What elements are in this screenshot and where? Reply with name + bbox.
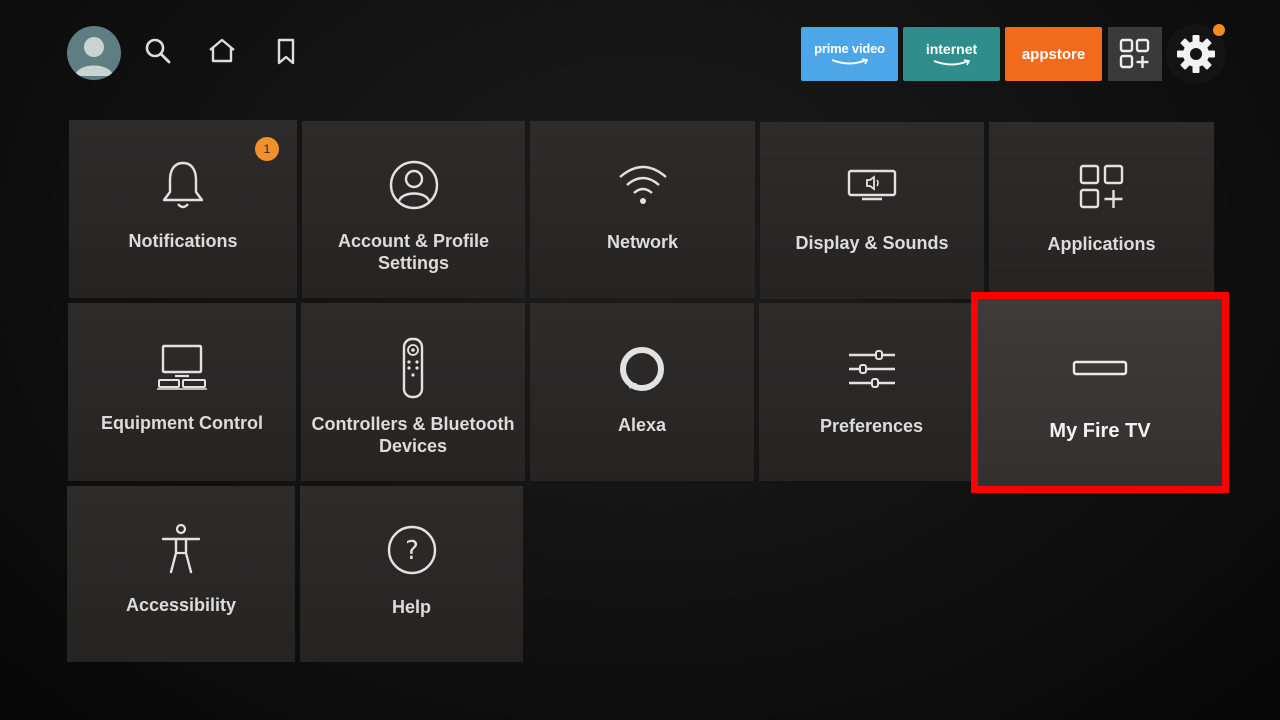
appstore-app[interactable]: appstore: [1005, 27, 1102, 81]
tile-label: Display & Sounds: [795, 233, 949, 253]
bell-icon: [69, 158, 297, 212]
wifi-icon: [530, 163, 755, 207]
tile-my-fire-tv[interactable]: My Fire TV: [977, 298, 1223, 487]
prime-video-label: prime video: [814, 41, 885, 56]
alexa-icon: [530, 345, 754, 395]
svg-text:?: ?: [405, 536, 419, 566]
sliders-icon: [759, 349, 984, 389]
gear-icon: [1177, 35, 1215, 73]
notification-dot: [1213, 24, 1225, 36]
profile-avatar[interactable]: [67, 26, 121, 80]
notification-badge: 1: [255, 137, 279, 161]
home-icon[interactable]: [207, 36, 237, 66]
appstore-label: appstore: [1021, 45, 1086, 63]
accessibility-icon: [67, 523, 295, 575]
fire-tv-device-icon: [977, 358, 1223, 378]
fire-tv-settings-screen: prime video internet appstore 1 Notifica…: [0, 0, 1280, 720]
tile-label: Equipment Control: [101, 413, 263, 433]
app-grid-button[interactable]: [1108, 27, 1162, 81]
remote-icon: [301, 337, 525, 399]
bookmark-icon[interactable]: [271, 36, 301, 66]
smile-arrow-icon: [831, 58, 868, 65]
tile-notifications[interactable]: 1 Notifications: [69, 120, 297, 298]
tile-label: Preferences: [819, 416, 924, 436]
help-icon: ?: [300, 524, 523, 576]
tile-accessibility[interactable]: Accessibility: [67, 486, 295, 662]
display-icon: [760, 168, 984, 202]
tile-label: Accessibility: [125, 595, 237, 615]
tile-label: Notifications: [128, 231, 238, 251]
tile-preferences[interactable]: Preferences: [759, 303, 984, 481]
tile-label: Alexa: [617, 415, 667, 435]
tile-controllers-bluetooth[interactable]: Controllers & Bluetooth Devices: [301, 303, 525, 481]
tile-label: Applications: [1047, 234, 1156, 254]
tile-display-sounds[interactable]: Display & Sounds: [760, 122, 984, 299]
tile-label: Network: [606, 232, 678, 252]
smile-arrow-icon: [933, 58, 970, 65]
tile-applications[interactable]: Applications: [989, 122, 1214, 300]
tile-equipment-control[interactable]: Equipment Control: [68, 303, 296, 481]
account-icon: [302, 159, 525, 211]
applications-icon: [989, 162, 1214, 212]
tile-label: My Fire TV: [1049, 420, 1151, 442]
tile-network[interactable]: Network: [530, 121, 755, 298]
app-grid-icon: [1119, 38, 1150, 69]
equipment-icon: [68, 343, 296, 391]
tile-account-profile-settings[interactable]: Account & Profile Settings: [302, 121, 525, 298]
internet-label: internet: [925, 40, 978, 57]
internet-app[interactable]: internet: [903, 27, 1000, 81]
tile-label: Help: [391, 597, 431, 617]
tile-label: Controllers & Bluetooth Devices: [311, 414, 515, 456]
search-icon[interactable]: [143, 36, 173, 66]
tile-help[interactable]: ? Help: [300, 486, 523, 662]
tile-alexa[interactable]: Alexa: [530, 303, 754, 481]
prime-video-app[interactable]: prime video: [801, 27, 898, 81]
tile-label: Account & Profile Settings: [337, 231, 489, 273]
top-navigation-bar: prime video internet appstore: [0, 0, 1280, 100]
avatar-icon: [75, 37, 113, 76]
